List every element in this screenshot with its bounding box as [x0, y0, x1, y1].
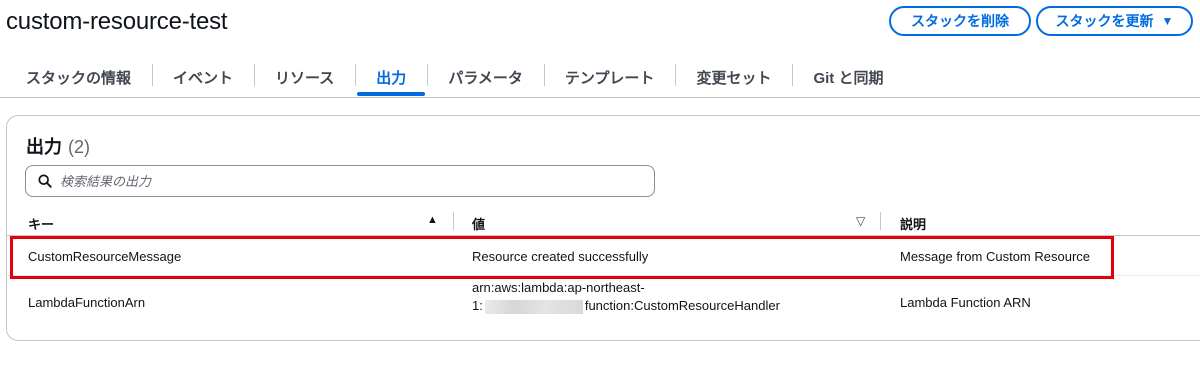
search-icon — [38, 174, 52, 188]
sort-unsorted-icon[interactable]: ▽ — [856, 214, 865, 228]
column-resizer[interactable] — [453, 212, 454, 230]
output-value-prefix: 1: — [472, 298, 483, 313]
outputs-table: キー ▲ 値 ▽ 説明 CustomResourceMessage Resour… — [7, 208, 1200, 330]
output-description: Message from Custom Resource — [900, 249, 1091, 264]
table-row: LambdaFunctionArn arn:aws:lambda:ap-nort… — [7, 276, 1200, 330]
outputs-count: (2) — [68, 137, 90, 157]
update-stack-button[interactable]: スタックを更新 ▼ — [1036, 6, 1193, 36]
column-header-key[interactable]: キー — [28, 214, 54, 233]
tab-parameters[interactable]: パラメータ — [427, 56, 544, 98]
table-row: CustomResourceMessage Resource created s… — [7, 236, 1200, 276]
output-value: arn:aws:lambda:ap-northeast- 1: function:… — [472, 279, 780, 315]
tab-template[interactable]: テンプレート — [543, 56, 676, 98]
caret-down-icon: ▼ — [1161, 14, 1174, 28]
update-stack-label: スタックを更新 — [1055, 13, 1154, 29]
output-key: CustomResourceMessage — [28, 249, 182, 264]
outputs-search-field[interactable] — [25, 165, 655, 197]
column-header-value[interactable]: 値 — [472, 214, 485, 233]
tab-stack-info[interactable]: スタックの情報 — [0, 56, 152, 98]
tab-change-sets[interactable]: 変更セット — [675, 56, 792, 98]
output-key: LambdaFunctionArn — [28, 295, 146, 310]
tab-git-sync[interactable]: Git と同期 — [792, 56, 904, 98]
output-value-suffix: function:CustomResourceHandler — [584, 298, 780, 313]
delete-stack-button[interactable]: スタックを削除 — [889, 6, 1031, 36]
column-header-description[interactable]: 説明 — [900, 214, 926, 233]
delete-stack-label: スタックを削除 — [911, 13, 1009, 29]
stack-tabs: スタックの情報 イベント リソース 出力 パラメータ テンプレート 変更セット … — [0, 56, 1200, 98]
sort-ascending-icon[interactable]: ▲ — [427, 214, 438, 226]
outputs-panel: 出力 (2) キー ▲ 値 ▽ 説明 CustomResourceMessage… — [6, 115, 1200, 341]
output-value: Resource created successfully — [472, 249, 649, 264]
output-value-line1: arn:aws:lambda:ap-northeast- — [472, 280, 645, 295]
column-resizer[interactable] — [880, 212, 881, 230]
outputs-heading: 出力 (2) — [26, 133, 90, 159]
tab-outputs[interactable]: 出力 — [355, 56, 427, 98]
search-input[interactable] — [60, 173, 620, 189]
tab-events[interactable]: イベント — [152, 56, 254, 98]
redacted-account-id — [484, 299, 583, 314]
outputs-title: 出力 — [26, 137, 62, 157]
table-header: キー ▲ 値 ▽ 説明 — [7, 208, 1200, 236]
page-title: custom-resource-test — [6, 8, 228, 35]
output-description: Lambda Function ARN — [900, 295, 1031, 310]
tab-resources[interactable]: リソース — [254, 56, 355, 98]
